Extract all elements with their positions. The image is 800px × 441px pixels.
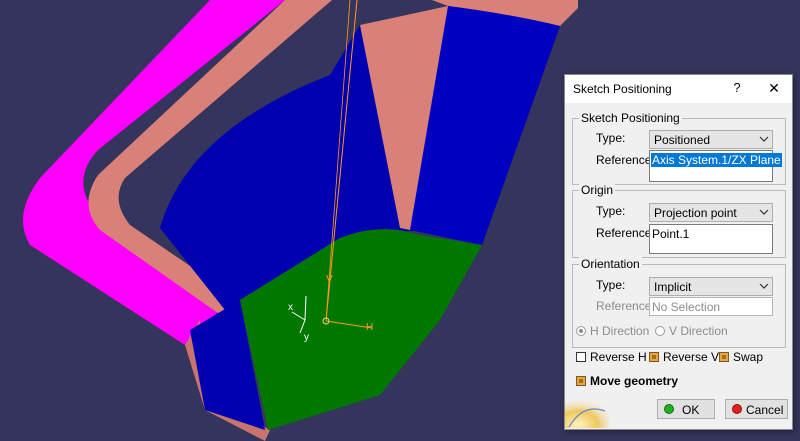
orientation-group-label: Orientation (579, 257, 642, 271)
origin-group: Origin Type: Projection point Reference:… (572, 183, 786, 258)
sketch-positioning-group-label: Sketch Positioning (579, 111, 682, 125)
reverse-v-checkbox[interactable] (649, 352, 659, 362)
dialog-titlebar[interactable]: Sketch Positioning ? ✕ (565, 75, 792, 103)
swap-checkbox[interactable] (719, 352, 729, 362)
dialog-title: Sketch Positioning (573, 82, 672, 96)
compass-label-y: y (304, 332, 309, 343)
cancel-button[interactable]: Cancel (725, 399, 788, 419)
origin-type-select[interactable]: Projection point (649, 203, 773, 222)
v-direction-radio[interactable] (655, 326, 665, 336)
origin-reference-field[interactable]: Point.1 (649, 224, 773, 254)
sketch-positioning-group: Sketch Positioning Type: Positioned Refe… (572, 111, 786, 185)
cancel-button-label: Cancel (746, 403, 784, 417)
cancel-icon (732, 404, 742, 414)
reverse-h-label: Reverse H (590, 350, 647, 364)
sp-type-select[interactable]: Positioned (649, 130, 773, 149)
origin-type-value: Projection point (654, 206, 737, 220)
reverse-h-checkbox[interactable] (576, 352, 586, 362)
ok-button[interactable]: OK (657, 399, 715, 419)
sp-reference-label: Reference: (596, 153, 655, 167)
origin-reference-value: Point.1 (652, 227, 690, 241)
orientation-type-value: Implicit (654, 280, 692, 294)
axis-label-v: V (326, 274, 333, 285)
sketch-positioning-dialog: Sketch Positioning ? ✕ Sketch Positionin… (564, 74, 793, 430)
compass-label-x: x (288, 302, 293, 313)
reverse-v-label: Reverse V (663, 350, 720, 364)
orientation-reference-field[interactable]: No Selection (649, 297, 773, 316)
sp-type-value: Positioned (654, 133, 711, 147)
close-button[interactable]: ✕ (765, 80, 783, 96)
origin-type-label: Type: (596, 204, 626, 218)
ok-icon (664, 404, 674, 414)
ok-button-label: OK (682, 403, 700, 417)
sp-reference-value: Axis System.1/ZX Plane (651, 153, 782, 167)
catia-logo-icon (565, 397, 609, 428)
orientation-type-label: Type: (596, 278, 626, 292)
origin-reference-label: Reference: (596, 226, 655, 240)
v-direction-label: V Direction (669, 324, 728, 338)
orientation-group: Orientation Type: Implicit Reference: No… (572, 257, 786, 348)
axis-label-h: H (366, 322, 373, 333)
orientation-reference-label: Reference: (596, 299, 655, 313)
h-direction-radio[interactable] (576, 326, 586, 336)
help-button[interactable]: ? (729, 80, 745, 96)
orientation-reference-value: No Selection (652, 300, 721, 314)
chevron-down-icon (759, 136, 769, 142)
chevron-down-icon (759, 209, 769, 215)
orientation-type-select[interactable]: Implicit (649, 277, 773, 296)
sp-reference-field[interactable]: Axis System.1/ZX Plane (649, 150, 782, 182)
origin-group-label: Origin (579, 183, 616, 197)
sp-type-label: Type: (596, 131, 626, 145)
h-direction-label: H Direction (590, 324, 650, 338)
move-geometry-checkbox[interactable] (576, 376, 586, 386)
chevron-down-icon (759, 283, 769, 289)
move-geometry-label: Move geometry (590, 374, 679, 388)
swap-label: Swap (733, 350, 764, 364)
